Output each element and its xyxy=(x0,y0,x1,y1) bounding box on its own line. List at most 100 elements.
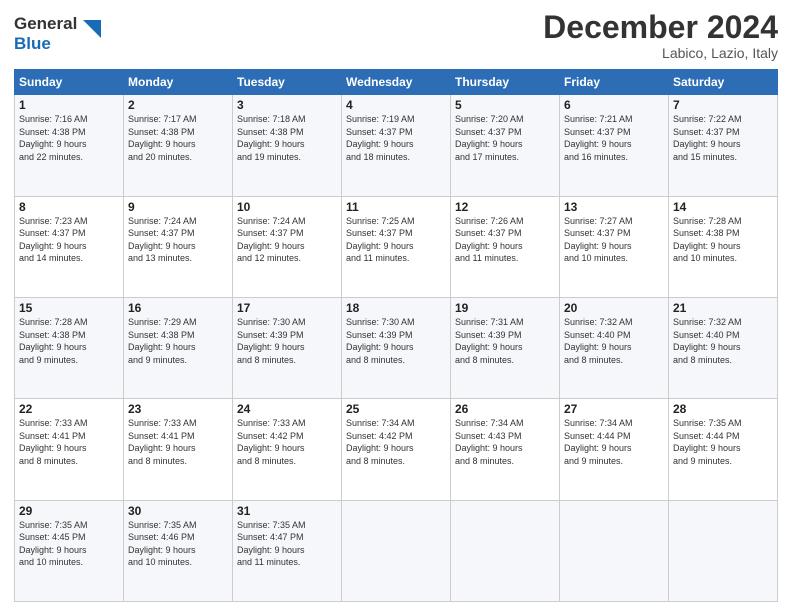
calendar-cell: 16Sunrise: 7:29 AM Sunset: 4:38 PM Dayli… xyxy=(124,297,233,398)
page: General Blue December 2024 Labico, Lazio… xyxy=(0,0,792,612)
calendar-cell: 29Sunrise: 7:35 AM Sunset: 4:45 PM Dayli… xyxy=(15,500,124,601)
day-number: 22 xyxy=(19,402,119,416)
day-number: 9 xyxy=(128,200,228,214)
day-number: 1 xyxy=(19,98,119,112)
header: General Blue December 2024 Labico, Lazio… xyxy=(14,10,778,61)
calendar-week-2: 8Sunrise: 7:23 AM Sunset: 4:37 PM Daylig… xyxy=(15,196,778,297)
calendar-cell: 24Sunrise: 7:33 AM Sunset: 4:42 PM Dayli… xyxy=(233,399,342,500)
day-info: Sunrise: 7:35 AM Sunset: 4:46 PM Dayligh… xyxy=(128,519,228,569)
day-number: 27 xyxy=(564,402,664,416)
day-info: Sunrise: 7:24 AM Sunset: 4:37 PM Dayligh… xyxy=(128,215,228,265)
day-number: 16 xyxy=(128,301,228,315)
day-info: Sunrise: 7:28 AM Sunset: 4:38 PM Dayligh… xyxy=(673,215,773,265)
day-number: 18 xyxy=(346,301,446,315)
day-number: 31 xyxy=(237,504,337,518)
month-title: December 2024 xyxy=(543,10,778,45)
day-info: Sunrise: 7:33 AM Sunset: 4:41 PM Dayligh… xyxy=(128,417,228,467)
calendar-cell: 21Sunrise: 7:32 AM Sunset: 4:40 PM Dayli… xyxy=(669,297,778,398)
header-saturday: Saturday xyxy=(669,70,778,95)
header-wednesday: Wednesday xyxy=(342,70,451,95)
calendar-week-1: 1Sunrise: 7:16 AM Sunset: 4:38 PM Daylig… xyxy=(15,95,778,196)
day-info: Sunrise: 7:34 AM Sunset: 4:42 PM Dayligh… xyxy=(346,417,446,467)
calendar-cell: 3Sunrise: 7:18 AM Sunset: 4:38 PM Daylig… xyxy=(233,95,342,196)
calendar: Sunday Monday Tuesday Wednesday Thursday… xyxy=(14,69,778,602)
day-info: Sunrise: 7:22 AM Sunset: 4:37 PM Dayligh… xyxy=(673,113,773,163)
day-info: Sunrise: 7:32 AM Sunset: 4:40 PM Dayligh… xyxy=(564,316,664,366)
calendar-cell: 31Sunrise: 7:35 AM Sunset: 4:47 PM Dayli… xyxy=(233,500,342,601)
day-number: 4 xyxy=(346,98,446,112)
day-info: Sunrise: 7:32 AM Sunset: 4:40 PM Dayligh… xyxy=(673,316,773,366)
calendar-cell: 17Sunrise: 7:30 AM Sunset: 4:39 PM Dayli… xyxy=(233,297,342,398)
day-info: Sunrise: 7:17 AM Sunset: 4:38 PM Dayligh… xyxy=(128,113,228,163)
calendar-cell: 22Sunrise: 7:33 AM Sunset: 4:41 PM Dayli… xyxy=(15,399,124,500)
day-info: Sunrise: 7:35 AM Sunset: 4:44 PM Dayligh… xyxy=(673,417,773,467)
calendar-cell: 19Sunrise: 7:31 AM Sunset: 4:39 PM Dayli… xyxy=(451,297,560,398)
header-monday: Monday xyxy=(124,70,233,95)
calendar-cell: 7Sunrise: 7:22 AM Sunset: 4:37 PM Daylig… xyxy=(669,95,778,196)
day-info: Sunrise: 7:33 AM Sunset: 4:41 PM Dayligh… xyxy=(19,417,119,467)
calendar-cell xyxy=(342,500,451,601)
calendar-cell: 30Sunrise: 7:35 AM Sunset: 4:46 PM Dayli… xyxy=(124,500,233,601)
day-info: Sunrise: 7:30 AM Sunset: 4:39 PM Dayligh… xyxy=(237,316,337,366)
day-number: 17 xyxy=(237,301,337,315)
logo: General Blue xyxy=(14,14,101,53)
day-info: Sunrise: 7:33 AM Sunset: 4:42 PM Dayligh… xyxy=(237,417,337,467)
calendar-cell: 13Sunrise: 7:27 AM Sunset: 4:37 PM Dayli… xyxy=(560,196,669,297)
day-info: Sunrise: 7:35 AM Sunset: 4:47 PM Dayligh… xyxy=(237,519,337,569)
logo-arrow-icon xyxy=(79,16,101,38)
day-info: Sunrise: 7:34 AM Sunset: 4:43 PM Dayligh… xyxy=(455,417,555,467)
day-number: 19 xyxy=(455,301,555,315)
calendar-cell: 6Sunrise: 7:21 AM Sunset: 4:37 PM Daylig… xyxy=(560,95,669,196)
header-thursday: Thursday xyxy=(451,70,560,95)
day-number: 21 xyxy=(673,301,773,315)
day-number: 14 xyxy=(673,200,773,214)
calendar-week-4: 22Sunrise: 7:33 AM Sunset: 4:41 PM Dayli… xyxy=(15,399,778,500)
day-number: 26 xyxy=(455,402,555,416)
day-info: Sunrise: 7:31 AM Sunset: 4:39 PM Dayligh… xyxy=(455,316,555,366)
header-friday: Friday xyxy=(560,70,669,95)
calendar-cell: 9Sunrise: 7:24 AM Sunset: 4:37 PM Daylig… xyxy=(124,196,233,297)
logo-text-blue: Blue xyxy=(14,34,77,54)
day-number: 2 xyxy=(128,98,228,112)
day-info: Sunrise: 7:28 AM Sunset: 4:38 PM Dayligh… xyxy=(19,316,119,366)
day-number: 24 xyxy=(237,402,337,416)
calendar-cell: 20Sunrise: 7:32 AM Sunset: 4:40 PM Dayli… xyxy=(560,297,669,398)
calendar-cell: 2Sunrise: 7:17 AM Sunset: 4:38 PM Daylig… xyxy=(124,95,233,196)
day-number: 25 xyxy=(346,402,446,416)
calendar-cell: 18Sunrise: 7:30 AM Sunset: 4:39 PM Dayli… xyxy=(342,297,451,398)
logo-graphic: General Blue xyxy=(14,14,101,53)
calendar-cell: 10Sunrise: 7:24 AM Sunset: 4:37 PM Dayli… xyxy=(233,196,342,297)
calendar-cell: 5Sunrise: 7:20 AM Sunset: 4:37 PM Daylig… xyxy=(451,95,560,196)
calendar-cell: 28Sunrise: 7:35 AM Sunset: 4:44 PM Dayli… xyxy=(669,399,778,500)
day-number: 23 xyxy=(128,402,228,416)
calendar-cell xyxy=(560,500,669,601)
day-number: 8 xyxy=(19,200,119,214)
calendar-cell: 1Sunrise: 7:16 AM Sunset: 4:38 PM Daylig… xyxy=(15,95,124,196)
day-number: 15 xyxy=(19,301,119,315)
day-info: Sunrise: 7:25 AM Sunset: 4:37 PM Dayligh… xyxy=(346,215,446,265)
day-number: 20 xyxy=(564,301,664,315)
day-info: Sunrise: 7:18 AM Sunset: 4:38 PM Dayligh… xyxy=(237,113,337,163)
calendar-cell: 26Sunrise: 7:34 AM Sunset: 4:43 PM Dayli… xyxy=(451,399,560,500)
calendar-week-3: 15Sunrise: 7:28 AM Sunset: 4:38 PM Dayli… xyxy=(15,297,778,398)
logo-text-general: General xyxy=(14,14,77,34)
calendar-cell: 14Sunrise: 7:28 AM Sunset: 4:38 PM Dayli… xyxy=(669,196,778,297)
calendar-cell xyxy=(451,500,560,601)
day-info: Sunrise: 7:29 AM Sunset: 4:38 PM Dayligh… xyxy=(128,316,228,366)
day-info: Sunrise: 7:24 AM Sunset: 4:37 PM Dayligh… xyxy=(237,215,337,265)
day-number: 6 xyxy=(564,98,664,112)
title-block: December 2024 Labico, Lazio, Italy xyxy=(543,10,778,61)
day-number: 10 xyxy=(237,200,337,214)
calendar-cell xyxy=(669,500,778,601)
day-info: Sunrise: 7:30 AM Sunset: 4:39 PM Dayligh… xyxy=(346,316,446,366)
calendar-cell: 27Sunrise: 7:34 AM Sunset: 4:44 PM Dayli… xyxy=(560,399,669,500)
day-info: Sunrise: 7:19 AM Sunset: 4:37 PM Dayligh… xyxy=(346,113,446,163)
day-info: Sunrise: 7:35 AM Sunset: 4:45 PM Dayligh… xyxy=(19,519,119,569)
day-number: 29 xyxy=(19,504,119,518)
day-number: 11 xyxy=(346,200,446,214)
calendar-header-row: Sunday Monday Tuesday Wednesday Thursday… xyxy=(15,70,778,95)
header-tuesday: Tuesday xyxy=(233,70,342,95)
calendar-cell: 4Sunrise: 7:19 AM Sunset: 4:37 PM Daylig… xyxy=(342,95,451,196)
day-info: Sunrise: 7:21 AM Sunset: 4:37 PM Dayligh… xyxy=(564,113,664,163)
day-number: 28 xyxy=(673,402,773,416)
